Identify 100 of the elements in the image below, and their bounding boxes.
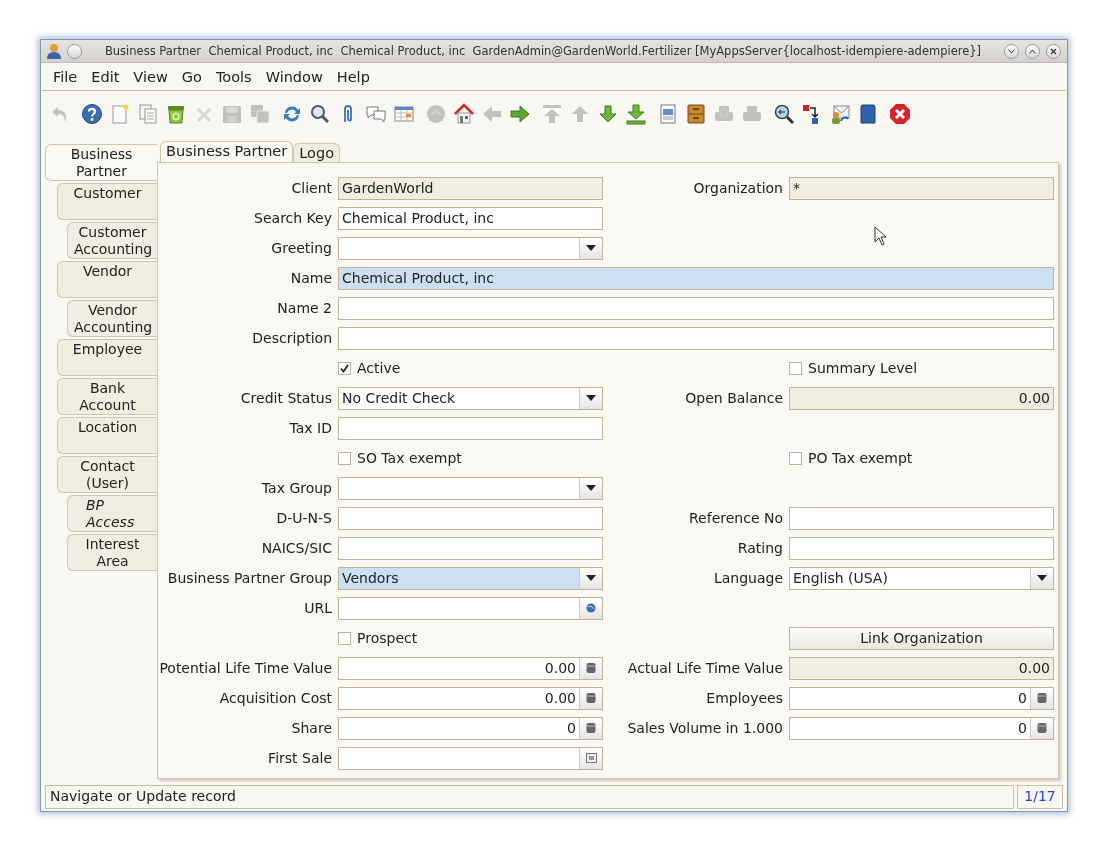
- side-tab[interactable]: Location: [57, 417, 157, 454]
- bottom-arrow-icon[interactable]: [625, 103, 647, 125]
- people-envelope-icon[interactable]: [829, 103, 851, 125]
- number-field[interactable]: 0.00: [338, 656, 603, 680]
- document-icon[interactable]: [657, 103, 679, 125]
- number-field[interactable]: 0.00: [338, 686, 603, 710]
- checkbox-label: Summary Level: [808, 360, 918, 376]
- cabinet-icon[interactable]: [685, 103, 707, 125]
- calendar-icon[interactable]: [579, 747, 602, 769]
- calculator-icon[interactable]: [579, 717, 602, 739]
- menu-item[interactable]: Edit: [85, 66, 126, 87]
- date-field[interactable]: [338, 746, 603, 770]
- dropdown-field[interactable]: Vendors: [338, 566, 603, 590]
- checkbox[interactable]: [338, 631, 351, 645]
- right-arrow-icon[interactable]: [509, 103, 531, 125]
- side-tab[interactable]: Customer: [57, 183, 157, 220]
- field-label: Potential Life Time Value: [159, 660, 332, 676]
- text-field[interactable]: [789, 506, 1054, 530]
- field-label: Acquisition Cost: [219, 690, 332, 706]
- trash-icon[interactable]: [165, 103, 187, 125]
- calculator-icon[interactable]: [1030, 687, 1053, 709]
- side-tab[interactable]: Customer Accounting: [67, 222, 157, 259]
- side-tab[interactable]: Vendor: [57, 261, 157, 298]
- side-tab[interactable]: Vendor Accounting: [67, 300, 157, 337]
- close-icon[interactable]: [1050, 47, 1057, 55]
- text-field[interactable]: [338, 506, 603, 530]
- chevron-up-icon[interactable]: [1029, 48, 1036, 54]
- field-label: Open Balance: [685, 390, 783, 406]
- text-field[interactable]: [789, 536, 1054, 560]
- number-field[interactable]: 0: [789, 716, 1054, 740]
- field-label: Organization: [693, 180, 783, 196]
- side-tab[interactable]: Business Partner: [45, 144, 157, 181]
- calculator-icon[interactable]: [1030, 717, 1053, 739]
- calculator-icon[interactable]: [579, 687, 602, 709]
- zoom-icon[interactable]: [773, 103, 795, 125]
- field-label: Credit Status: [240, 390, 332, 406]
- number-field[interactable]: 0.00: [789, 656, 1054, 680]
- checkbox[interactable]: [338, 451, 351, 465]
- text-field[interactable]: GardenWorld: [338, 176, 603, 200]
- calculator-icon[interactable]: [579, 657, 602, 679]
- chat-icon[interactable]: [365, 103, 387, 125]
- field-label: Name 2: [277, 300, 332, 316]
- minimize-button[interactable]: [1004, 43, 1019, 59]
- dropdown-field[interactable]: No Credit Check: [338, 386, 603, 410]
- tab[interactable]: Business Partner: [160, 141, 294, 162]
- side-tab[interactable]: Interest Area: [67, 534, 157, 571]
- number-field[interactable]: 0.00: [789, 386, 1054, 410]
- field-label: Search Key: [254, 210, 332, 226]
- dropdown-field[interactable]: [338, 476, 603, 500]
- checkbox[interactable]: [338, 361, 351, 375]
- checkbox-label: SO Tax exempt: [357, 450, 462, 466]
- dropdown-field[interactable]: English (USA): [789, 566, 1054, 590]
- number-field[interactable]: 0: [789, 686, 1054, 710]
- text-field[interactable]: *: [789, 176, 1054, 200]
- window-menu-button[interactable]: [67, 43, 82, 59]
- link-organization-button[interactable]: Link Organization: [789, 626, 1054, 650]
- dropdown-field[interactable]: [338, 236, 603, 260]
- checkbox[interactable]: [789, 361, 802, 375]
- side-tab[interactable]: BP Access: [67, 495, 157, 532]
- chevron-down-icon[interactable]: [1008, 48, 1015, 54]
- menu-item[interactable]: File: [47, 66, 84, 87]
- close-icon[interactable]: [889, 103, 911, 125]
- field-label: Client: [291, 180, 332, 196]
- number-field[interactable]: 0: [338, 716, 603, 740]
- maximize-button[interactable]: [1025, 43, 1040, 59]
- field-label: Tax ID: [289, 420, 332, 436]
- url-field[interactable]: [338, 596, 603, 620]
- down-arrow-icon[interactable]: [597, 103, 619, 125]
- close-button[interactable]: [1046, 43, 1061, 59]
- field-label: URL: [304, 600, 332, 616]
- home-icon[interactable]: [453, 103, 475, 125]
- field-label: Language: [713, 570, 783, 586]
- side-tab[interactable]: Employee: [57, 339, 157, 376]
- checkbox[interactable]: [789, 451, 802, 465]
- field-label: Tax Group: [261, 480, 332, 496]
- menu-item[interactable]: View: [127, 66, 174, 87]
- text-field[interactable]: Chemical Product, inc: [338, 206, 603, 230]
- field-label: NAICS/SIC: [261, 540, 332, 556]
- table-icon[interactable]: [393, 103, 415, 125]
- text-field[interactable]: Chemical Product, inc: [338, 266, 1054, 290]
- text-field[interactable]: [338, 326, 1054, 350]
- side-tab[interactable]: Contact (User): [57, 456, 157, 493]
- help-icon[interactable]: [81, 103, 103, 125]
- copy-icon[interactable]: [137, 103, 159, 125]
- square-icon[interactable]: [857, 103, 879, 125]
- text-field[interactable]: [338, 416, 603, 440]
- side-tab[interactable]: Bank Account: [57, 378, 157, 415]
- record-counter: 1/17: [1017, 785, 1063, 809]
- text-field[interactable]: [338, 536, 603, 560]
- menu-item[interactable]: Window: [259, 66, 329, 87]
- menu-item[interactable]: Tools: [209, 66, 258, 87]
- menu-item[interactable]: Help: [330, 66, 376, 87]
- status-message: Navigate or Update record: [45, 785, 1014, 809]
- text-field[interactable]: [338, 296, 1054, 320]
- globe-icon[interactable]: [579, 597, 602, 619]
- search-icon[interactable]: [309, 103, 331, 125]
- field-label: Actual Life Time Value: [627, 660, 783, 676]
- menu-item[interactable]: Go: [175, 66, 208, 87]
- tab[interactable]: Logo: [293, 143, 341, 162]
- field-label: Name: [290, 270, 332, 286]
